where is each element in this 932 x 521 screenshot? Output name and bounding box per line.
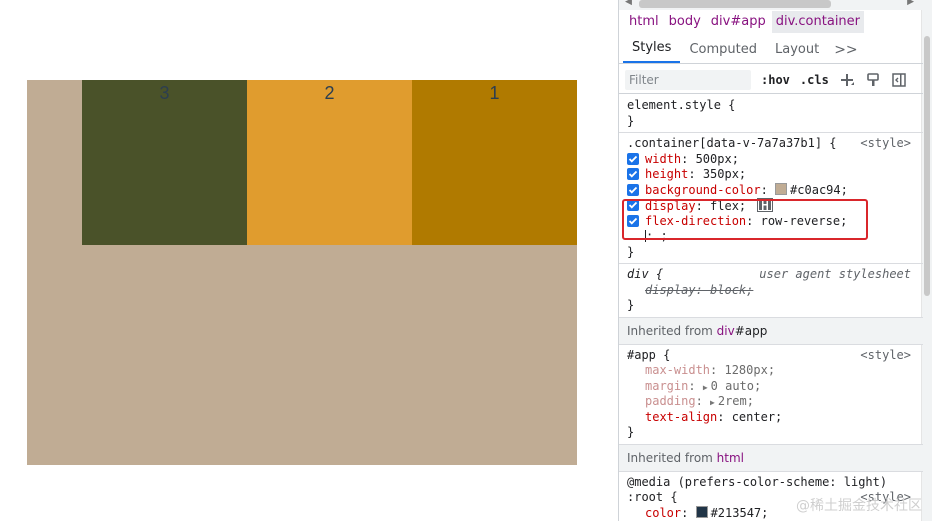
new-declaration-editor[interactable]: : ; — [627, 229, 917, 245]
user-agent-rule: div { user agent stylesheet display: blo… — [619, 264, 923, 318]
rule-selector[interactable]: #app { — [627, 348, 670, 362]
checkbox-checked-icon[interactable] — [627, 152, 639, 165]
flex-item-label: 2 — [324, 83, 335, 103]
tab-styles[interactable]: Styles — [623, 35, 681, 63]
checkbox-checked-icon[interactable] — [627, 168, 639, 180]
cls-button[interactable]: .cls — [800, 73, 829, 87]
declaration-display: display: flex; — [627, 198, 917, 214]
devtools-tabs: Styles Computed Layout >> — [619, 36, 923, 64]
rule-selector[interactable]: :root { — [627, 490, 678, 504]
rule-selector[interactable]: div { — [627, 267, 663, 281]
container-rule: .container[data-v-7a7a37b1] { <style> wi… — [619, 133, 923, 264]
scroll-right-icon[interactable]: ▶ — [907, 0, 914, 7]
styles-pane: element.style { } .container[data-v-7a7a… — [619, 95, 923, 521]
filter-input[interactable] — [625, 69, 751, 90]
watermark: @稀土掘金技术社区 — [796, 498, 922, 514]
breadcrumb-body[interactable]: body — [665, 11, 705, 33]
breadcrumb: html body div#app div.container — [619, 10, 923, 34]
declaration-text-align: text-align: center; — [645, 409, 783, 424]
color-swatch[interactable] — [695, 505, 708, 518]
flex-container: 1 2 3 — [27, 80, 577, 465]
flex-item-1: 1 — [412, 80, 577, 245]
scroll-left-icon[interactable]: ◀ — [625, 0, 632, 7]
flexbox-editor-icon[interactable] — [757, 198, 774, 212]
flex-item-3: 3 — [82, 80, 247, 245]
scroll-thumb[interactable] — [639, 0, 831, 8]
rule-source-link[interactable]: <style> — [860, 348, 911, 364]
declaration-flex-direction: flex-direction: row-reverse; — [627, 214, 917, 230]
declaration-height: height: 350px; — [627, 167, 917, 183]
declaration-width: width: 500px; — [627, 152, 917, 168]
breadcrumb-html[interactable]: html — [625, 11, 663, 33]
rule-close: } — [627, 425, 635, 439]
more-tabs-icon[interactable]: >> — [828, 37, 863, 63]
inherited-element-link[interactable]: div — [717, 324, 735, 338]
rule-selector[interactable]: .container[data-v-7a7a37b1] { — [627, 136, 837, 150]
rule-source-link[interactable]: <style> — [860, 136, 911, 152]
declaration-padding: padding: ▶ 2rem; — [645, 394, 754, 408]
paint-brush-icon[interactable] — [865, 72, 881, 88]
rule-source-label: user agent stylesheet — [759, 267, 911, 281]
flex-item-2: 2 — [247, 80, 412, 245]
rule-close: } — [627, 298, 635, 312]
breadcrumb-div-container[interactable]: div.container — [771, 11, 865, 33]
inherited-from-app-header: Inherited from div#app — [619, 317, 923, 345]
inherited-from-html-header: Inherited from html — [619, 444, 923, 472]
horizontal-scrollbar[interactable]: ◀ ▶ — [619, 0, 932, 10]
rule-selector[interactable]: element.style { — [627, 98, 735, 112]
tab-computed[interactable]: Computed — [680, 37, 766, 63]
tab-layout[interactable]: Layout — [766, 37, 828, 63]
media-query: @media (prefers-color-scheme: light) — [627, 474, 888, 489]
app-rule: #app { <style> max-width: 1280px; margin… — [619, 345, 923, 445]
styles-toolbar: :hov .cls — [619, 66, 923, 94]
devtools-panel: ◀ ▶ html body div#app div.container Styl… — [618, 0, 932, 521]
color-swatch[interactable] — [775, 182, 788, 195]
rule-close: } — [627, 113, 635, 128]
declaration-margin: margin: ▶ 0 auto; — [645, 378, 762, 393]
checkbox-checked-icon[interactable] — [627, 183, 639, 196]
element-style-rule: element.style { } — [619, 95, 923, 133]
checkbox-checked-icon[interactable] — [627, 199, 639, 211]
overridden-declaration[interactable]: display: block; — [645, 283, 753, 297]
checkbox-checked-icon[interactable] — [627, 214, 639, 227]
rule-close: } — [627, 244, 635, 259]
flex-item-label: 1 — [489, 83, 500, 103]
breadcrumb-div-app[interactable]: div#app — [707, 11, 770, 33]
new-rule-icon[interactable] — [839, 72, 855, 88]
rendered-page: 1 2 3 — [0, 0, 618, 521]
inherited-element-link[interactable]: html — [717, 451, 744, 465]
hov-button[interactable]: :hov — [761, 73, 790, 87]
expand-triangle-icon[interactable]: ▶ — [710, 398, 715, 407]
vertical-scroll-thumb[interactable] — [924, 36, 930, 296]
declaration-background-color: background-color: #c0ac94; — [627, 182, 917, 199]
flex-item-label: 3 — [159, 83, 170, 103]
expand-triangle-icon[interactable]: ▶ — [703, 383, 708, 392]
declaration-max-width: max-width: 1280px; — [645, 363, 776, 377]
toggle-sidebar-icon[interactable] — [891, 72, 907, 88]
